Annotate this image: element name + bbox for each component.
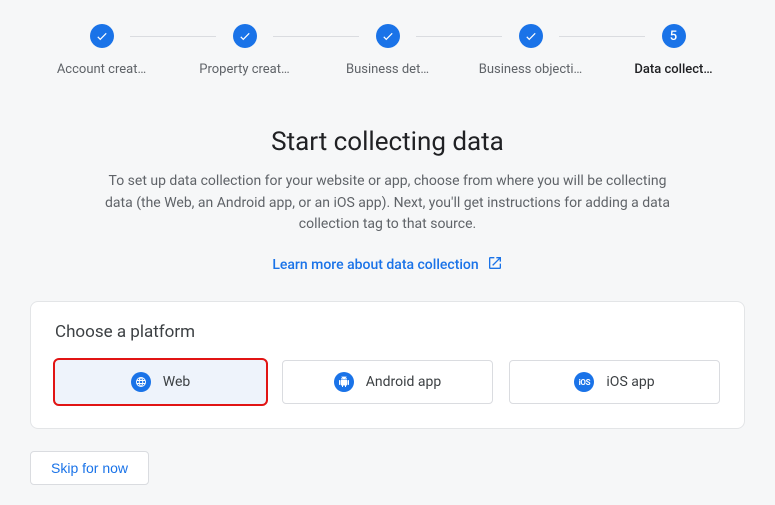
step-business-objectives[interactable]: Business objecti… bbox=[459, 24, 602, 77]
page-description: To set up data collection for your websi… bbox=[88, 171, 688, 236]
heading-area: Start collecting data To set up data col… bbox=[88, 127, 688, 275]
step-label: Account creat… bbox=[57, 62, 146, 77]
external-link-icon bbox=[487, 255, 503, 275]
step-number-icon: 5 bbox=[662, 24, 686, 48]
platform-label: Web bbox=[163, 374, 191, 390]
check-icon bbox=[376, 24, 400, 48]
step-label: Business det… bbox=[346, 62, 429, 77]
android-icon bbox=[334, 372, 354, 392]
check-icon bbox=[90, 24, 114, 48]
check-icon bbox=[233, 24, 257, 48]
platform-ios[interactable]: iOS iOS app bbox=[509, 360, 720, 404]
step-account-creation[interactable]: Account creat… bbox=[30, 24, 173, 77]
skip-label: Skip for now bbox=[51, 460, 128, 476]
page-title: Start collecting data bbox=[88, 127, 688, 157]
step-label: Business objecti… bbox=[479, 62, 583, 77]
platform-label: iOS app bbox=[606, 374, 654, 390]
learn-more-link[interactable]: Learn more about data collection bbox=[272, 255, 502, 275]
card-title: Choose a platform bbox=[55, 322, 720, 342]
platform-list: Web Android app iOS iOS app bbox=[55, 360, 720, 404]
step-label: Property creat… bbox=[199, 62, 289, 77]
step-label: Data collect… bbox=[634, 62, 712, 77]
learn-more-label: Learn more about data collection bbox=[272, 257, 478, 273]
step-data-collection[interactable]: 5 Data collect… bbox=[602, 24, 745, 77]
skip-button[interactable]: Skip for now bbox=[30, 451, 149, 485]
platform-label: Android app bbox=[366, 374, 441, 390]
check-icon bbox=[519, 24, 543, 48]
platform-android[interactable]: Android app bbox=[282, 360, 493, 404]
platform-card: Choose a platform Web Android app iOS iO… bbox=[30, 301, 745, 429]
step-number: 5 bbox=[670, 29, 677, 44]
ios-icon: iOS bbox=[574, 372, 594, 392]
step-property-creation[interactable]: Property creat… bbox=[173, 24, 316, 77]
platform-web[interactable]: Web bbox=[55, 360, 266, 404]
step-business-details[interactable]: Business det… bbox=[316, 24, 459, 77]
stepper: Account creat… Property creat… Business … bbox=[30, 24, 745, 77]
web-icon bbox=[131, 372, 151, 392]
